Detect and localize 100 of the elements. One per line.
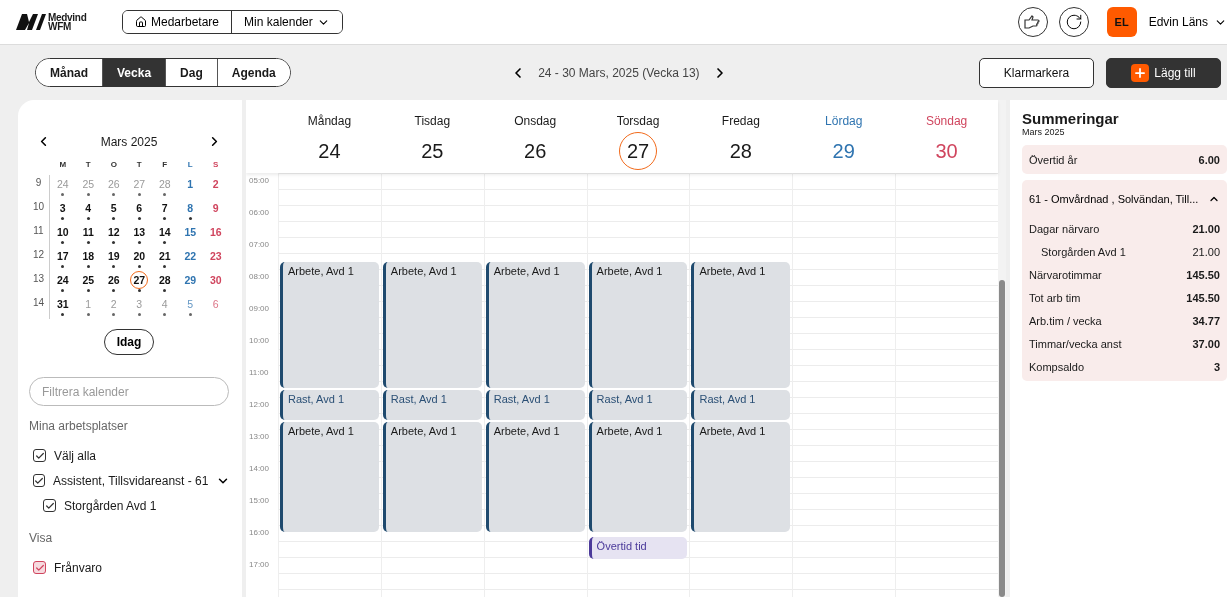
- checkbox-label: Välj alla: [54, 448, 97, 463]
- weekday-label: T: [84, 159, 92, 171]
- day-date[interactable]: 25: [413, 132, 452, 170]
- add-button[interactable]: Lägg till: [1106, 57, 1221, 88]
- calendar-event[interactable]: Arbete, Avd 1: [382, 422, 482, 532]
- view-tab[interactable]: Agenda: [216, 59, 290, 86]
- week-number: 11: [28, 223, 50, 247]
- calendar-event[interactable]: Arbete, Avd 1: [382, 262, 482, 388]
- calendar-event[interactable]: Rast, Avd 1: [382, 390, 482, 420]
- weekday-label: F: [161, 159, 169, 171]
- calendar-day[interactable]: 12: [101, 223, 127, 247]
- summary-label: Kompsaldo: [1029, 360, 1085, 373]
- day-date[interactable]: 28: [721, 132, 760, 170]
- summary-subtitle: Mars 2025: [1022, 127, 1066, 137]
- date-range: 24 - 30 Mars, 2025 (Vecka 13): [538, 65, 700, 80]
- calendar-day[interactable]: 31: [50, 295, 76, 319]
- week-number: 14: [28, 295, 50, 319]
- user-menu[interactable]: Edvin Läns: [1148, 15, 1227, 29]
- day-date[interactable]: 24: [310, 132, 349, 170]
- calendar-day[interactable]: 14: [152, 223, 178, 247]
- summary-value: 34.77: [1192, 314, 1220, 327]
- month-title: Mars 2025: [100, 134, 158, 149]
- calendar-event[interactable]: Arbete, Avd 1: [691, 422, 791, 532]
- calendar-day[interactable]: 6: [126, 199, 152, 223]
- calendar-day[interactable]: 29: [177, 271, 203, 295]
- calendar-event[interactable]: Arbete, Avd 1: [280, 422, 379, 532]
- group-header[interactable]: 61 - Omvårdnad , Solvändan, Till...: [1029, 183, 1220, 217]
- plus-icon: [1131, 63, 1150, 82]
- calendar-day[interactable]: 9: [203, 199, 229, 223]
- nav-button[interactable]: Min kalender: [231, 11, 342, 33]
- calendar-day[interactable]: 1: [177, 175, 203, 199]
- calendar-day[interactable]: 19: [101, 247, 127, 271]
- day-date[interactable]: 30: [927, 132, 966, 170]
- calendar-day[interactable]: 13: [126, 223, 152, 247]
- time-label: 15:00: [249, 496, 270, 505]
- calendar-day[interactable]: 24: [50, 271, 76, 295]
- calendar-day[interactable]: 25: [75, 271, 101, 295]
- day-name: Fredag: [721, 114, 760, 128]
- calendar-event[interactable]: Övertid tid: [588, 536, 688, 559]
- calendar-day[interactable]: 11: [75, 223, 101, 247]
- summary-label: Dagar närvaro: [1029, 222, 1100, 235]
- user-avatar[interactable]: EL: [1106, 7, 1137, 37]
- calendar-day[interactable]: 22: [177, 247, 203, 271]
- calendar-event[interactable]: Rast, Avd 1: [280, 390, 379, 420]
- time-label: 14:00: [249, 464, 270, 473]
- weekday-label: O: [109, 159, 118, 171]
- calendar-event[interactable]: Rast, Avd 1: [588, 390, 688, 420]
- calendar-event[interactable]: Rast, Avd 1: [485, 390, 585, 420]
- summary-label: Arb.tim / vecka: [1029, 314, 1102, 327]
- calendar-day[interactable]: 28: [152, 271, 178, 295]
- calendar-day[interactable]: 4: [75, 199, 101, 223]
- calendar-day[interactable]: 10: [50, 223, 76, 247]
- time-label: 11:00: [249, 368, 269, 377]
- mark-done-button[interactable]: Klarmarkera: [979, 57, 1094, 88]
- checkbox[interactable]: [43, 499, 56, 512]
- summary-value: 6.00: [1198, 153, 1220, 166]
- calendar-day[interactable]: 7: [152, 199, 178, 223]
- section-title: Visa: [29, 531, 54, 545]
- time-label: 16:00: [249, 528, 270, 537]
- calendar-day[interactable]: 21: [152, 247, 178, 271]
- day-date[interactable]: 29: [824, 132, 863, 170]
- calendar-day[interactable]: 30: [203, 271, 229, 295]
- calendar-event[interactable]: Rast, Avd 1: [691, 390, 791, 420]
- calendar-day[interactable]: 2: [203, 175, 229, 199]
- calendar-event[interactable]: Arbete, Avd 1: [588, 262, 688, 388]
- calendar-day[interactable]: 15: [177, 223, 203, 247]
- summary-value: 145.50: [1186, 291, 1220, 304]
- week-number: 9: [28, 175, 50, 199]
- week-number: 12: [28, 247, 50, 271]
- calendar-day[interactable]: 16: [203, 223, 229, 247]
- calendar-event[interactable]: Arbete, Avd 1: [485, 422, 585, 532]
- day-date[interactable]: 26: [516, 132, 555, 170]
- calendar-day[interactable]: 3: [50, 199, 76, 223]
- summary-value: 21.00: [1192, 245, 1220, 258]
- summary-value: 3: [1213, 360, 1220, 373]
- calendar-event[interactable]: Arbete, Avd 1: [588, 422, 688, 532]
- calendar-event[interactable]: Arbete, Avd 1: [280, 262, 379, 388]
- calendar-day[interactable]: 17: [50, 247, 76, 271]
- calendar-day[interactable]: 23: [203, 247, 229, 271]
- day-name: Söndag: [925, 114, 968, 128]
- calendar-day[interactable]: 8: [177, 199, 203, 223]
- checkbox[interactable]: [33, 449, 46, 462]
- calendar-day[interactable]: 20: [126, 247, 152, 271]
- scrollbar-thumb[interactable]: [999, 280, 1005, 597]
- summary-value: 145.50: [1186, 268, 1220, 281]
- calendar-event[interactable]: Arbete, Avd 1: [485, 262, 585, 388]
- refresh-button[interactable]: [1058, 7, 1089, 37]
- calendar-day[interactable]: 26: [101, 271, 127, 295]
- summary-label: Storgården Avd 1: [1041, 245, 1126, 258]
- view-tab[interactable]: Vecka: [102, 59, 166, 86]
- filter-field[interactable]: Filtrera kalender: [29, 377, 229, 406]
- calendar-day[interactable]: 5: [101, 199, 127, 223]
- today-button[interactable]: Idag: [103, 329, 155, 355]
- checkbox-label: Assistent, Tillsvidareanst - 61: [53, 473, 209, 488]
- calendar-day[interactable]: 18: [75, 247, 101, 271]
- checkbox[interactable]: [33, 474, 45, 487]
- feedback-button[interactable]: [1017, 7, 1048, 37]
- day-name: Måndag: [307, 114, 352, 128]
- checkbox[interactable]: [33, 561, 46, 574]
- calendar-event[interactable]: Arbete, Avd 1: [691, 262, 791, 388]
